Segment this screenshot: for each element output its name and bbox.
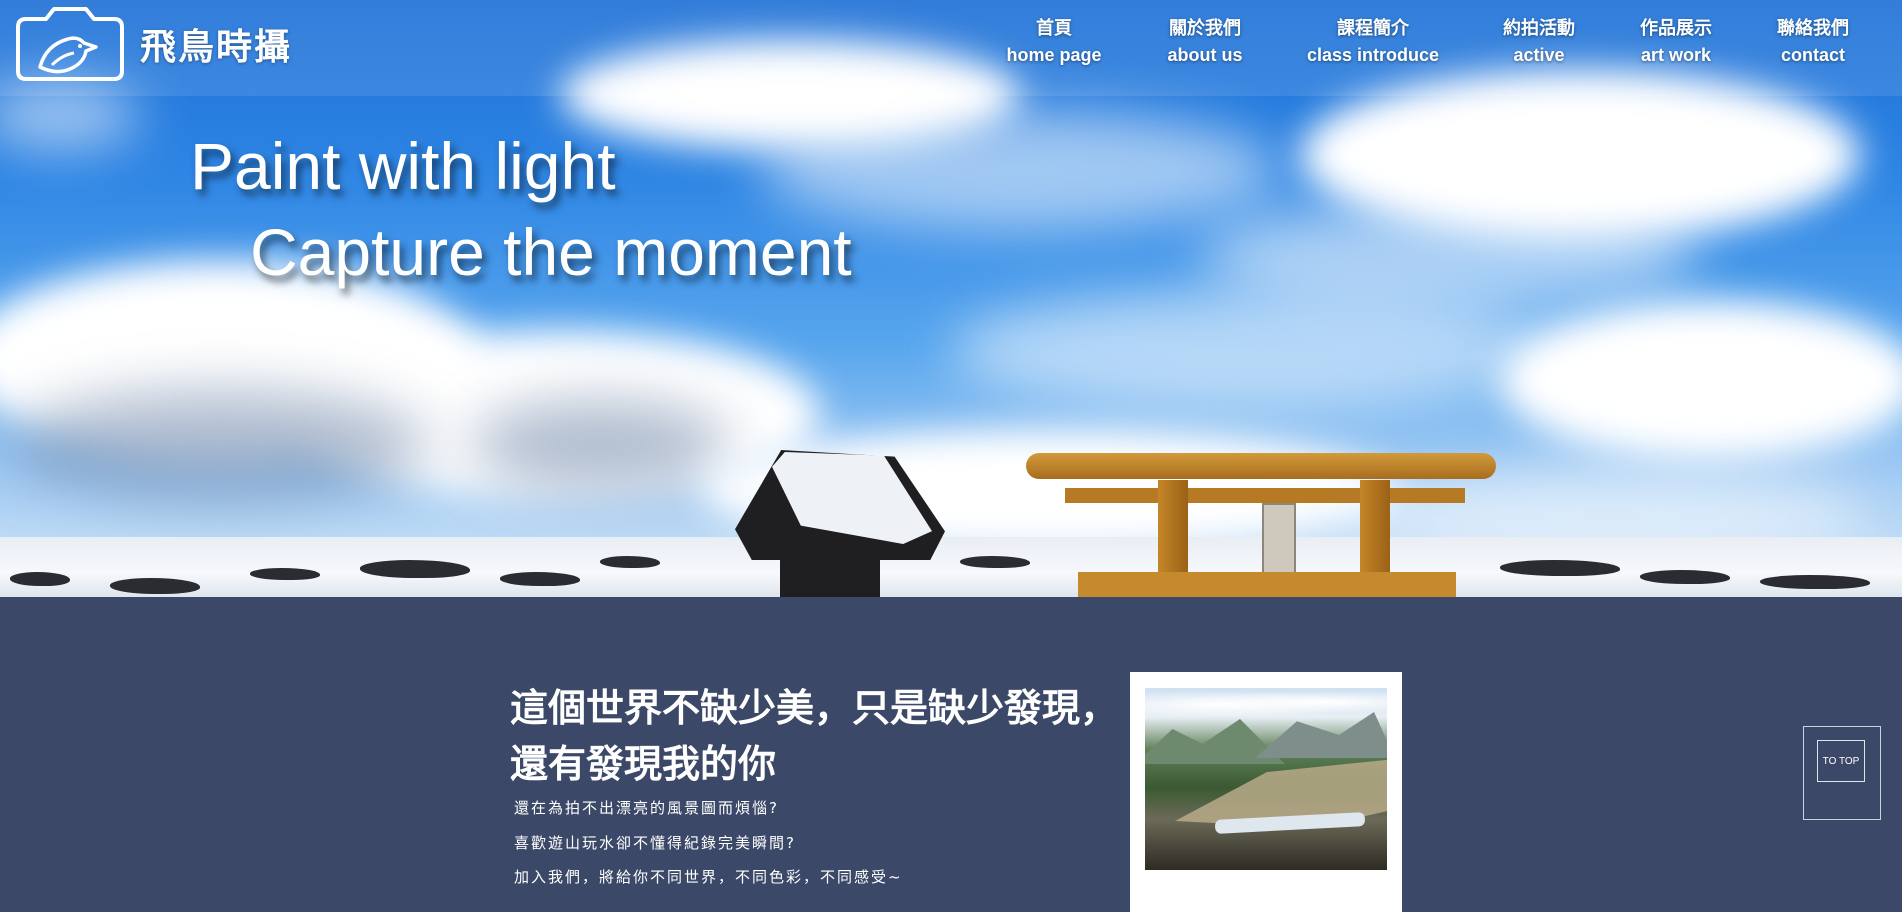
rock — [1500, 560, 1620, 576]
rock — [110, 578, 200, 594]
intro-heading-line1: 這個世界不缺少美，只是缺少發現， — [510, 686, 1119, 730]
photo-card — [1130, 672, 1402, 912]
torii-top-beam — [1026, 453, 1496, 479]
cloud — [1500, 300, 1902, 460]
intro-text-line: 還在為拍不出漂亮的風景圖而煩惱? — [514, 799, 779, 817]
nav-contact[interactable]: 聯絡我們 contact — [1777, 16, 1849, 68]
nav-home[interactable]: 首頁 home page — [1006, 16, 1101, 68]
nav-class[interactable]: 課程簡介 class introduce — [1307, 16, 1439, 68]
intro-heading: 這個世界不缺少美，只是缺少發現， 還有發現我的你 — [510, 680, 1130, 792]
nav-label-zh: 作品展示 — [1640, 18, 1712, 39]
intro-text-line: 喜歡遊山玩水卻不懂得紀錄完美瞬間? — [514, 834, 796, 852]
nav-label-zh: 關於我們 — [1169, 18, 1241, 39]
rock — [360, 560, 470, 578]
rock — [250, 568, 320, 580]
nav-label-en: active — [1513, 45, 1565, 65]
torii-sign — [1262, 503, 1296, 582]
nav-label-zh: 聯絡我們 — [1777, 18, 1849, 39]
nav-label-zh: 首頁 — [1036, 18, 1072, 39]
nav-label-en: art work — [1640, 45, 1712, 65]
cloud-shadow — [10, 390, 430, 500]
hero-tagline-line1: Paint with light — [190, 129, 616, 203]
nav-artwork[interactable]: 作品展示 art work — [1640, 16, 1712, 68]
nav-label-en: contact — [1780, 45, 1845, 65]
intro-text-line: 加入我們，將給你不同世界，不同色彩，不同感受~ — [514, 868, 903, 886]
cloud — [950, 290, 1550, 410]
torii-base — [1078, 572, 1456, 597]
torii-beam — [1065, 488, 1465, 503]
to-top-button[interactable]: TO TOP — [1817, 740, 1865, 782]
rock — [600, 556, 660, 568]
nav-active[interactable]: 約拍活動 active — [1503, 16, 1575, 68]
rock — [500, 572, 580, 586]
brand-name[interactable]: 飛鳥時攝 — [140, 18, 292, 70]
cloud — [760, 110, 1280, 230]
hero-tagline-line2: Capture the moment — [250, 215, 852, 289]
mountain-photo — [1145, 688, 1387, 870]
camera-bird-icon[interactable] — [12, 5, 128, 81]
nav-label-zh: 約拍活動 — [1503, 18, 1575, 39]
rock — [1640, 570, 1730, 584]
nav-about[interactable]: 關於我們 about us — [1168, 16, 1243, 68]
rock — [10, 572, 70, 586]
nav-label-zh: 課程簡介 — [1336, 18, 1409, 39]
nav-label-en: class introduce — [1306, 45, 1440, 65]
to-top-frame: TO TOP — [1803, 726, 1881, 820]
shrine-post — [780, 555, 880, 597]
intro-heading-line2: 還有發現我的你 — [510, 742, 777, 786]
nav-label-en: home page — [1006, 45, 1102, 65]
cloud-shadow — [470, 400, 730, 490]
header-bar: 飛鳥時攝 首頁 home page 關於我們 about us 課程簡介 cla… — [0, 0, 1902, 96]
rock — [1760, 575, 1870, 589]
rock — [960, 556, 1030, 568]
nav-label-en: about us — [1167, 45, 1243, 65]
